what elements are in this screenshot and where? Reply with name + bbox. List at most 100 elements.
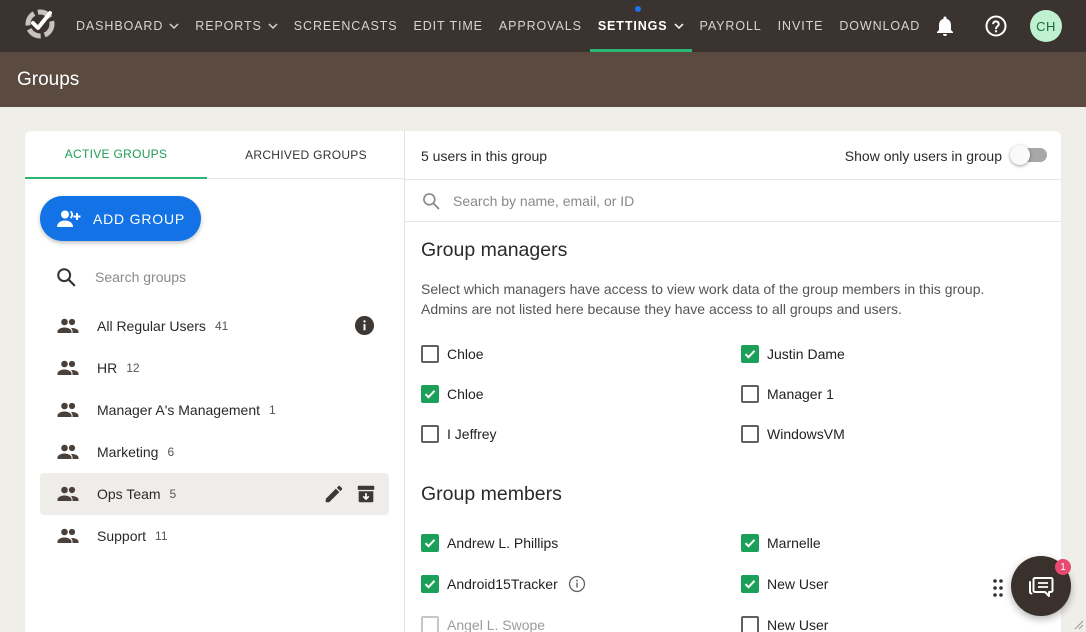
nav-label: APPROVALS [498, 19, 582, 33]
people-icon [57, 402, 79, 417]
add-group-button[interactable]: ADD GROUP [40, 196, 201, 241]
chevron-down-icon [674, 23, 684, 30]
checkbox-box [421, 575, 439, 593]
info-icon[interactable] [354, 315, 375, 336]
chevron-down-icon [268, 23, 278, 30]
nav-dashboard[interactable]: DASHBOARD [68, 0, 187, 52]
search-icon [423, 192, 440, 209]
drag-handle-icon[interactable] [992, 578, 1004, 598]
people-icon [57, 528, 79, 543]
nav-label: PAYROLL [699, 19, 762, 33]
people-icon [57, 486, 79, 501]
group-item-manager-a-management[interactable]: Manager A's Management 1 [40, 389, 389, 431]
help-icon[interactable] [984, 14, 1008, 38]
page-title: Groups [17, 69, 80, 90]
nav-screencasts[interactable]: SCREENCASTS [286, 0, 406, 52]
nav-reports[interactable]: REPORTS [187, 0, 286, 52]
checkbox-label: Angel L. Swope [447, 617, 546, 632]
manager-checkbox-chloe[interactable]: Chloe [421, 345, 484, 363]
info-outline-icon[interactable] [568, 575, 586, 593]
checkbox-box [421, 616, 439, 632]
group-tabs: ACTIVE GROUPS ARCHIVED GROUPS [25, 131, 405, 179]
manager-checkbox-justin-dame[interactable]: Justin Dame [741, 345, 845, 363]
nav-download[interactable]: DOWNLOAD [831, 0, 928, 52]
people-icon [57, 360, 79, 375]
checkbox-label: Marnelle [767, 535, 821, 551]
nav-settings[interactable]: SETTINGS [589, 0, 692, 52]
chat-notification-badge: 1 [1055, 559, 1071, 575]
group-item-support[interactable]: Support 11 [40, 515, 389, 557]
member-checkbox-marnelle[interactable]: Marnelle [741, 534, 821, 552]
group-count: 1 [269, 403, 276, 417]
check-icon [424, 390, 436, 399]
group-item-hr[interactable]: HR 12 [40, 347, 389, 389]
resize-handle-icon[interactable] [1072, 618, 1084, 630]
check-icon [424, 580, 436, 589]
search-groups-input[interactable] [95, 269, 375, 285]
avatar[interactable]: CH [1030, 10, 1062, 42]
check-icon [744, 580, 756, 589]
checkbox-box [421, 385, 439, 403]
nav-approvals[interactable]: APPROVALS [491, 0, 590, 52]
chevron-down-icon [169, 23, 179, 30]
show-only-users-toggle[interactable] [1010, 145, 1047, 165]
archive-icon[interactable] [355, 483, 377, 505]
notification-dot [634, 6, 641, 12]
member-checkbox-andrew-l-phillips[interactable]: Andrew L. Phillips [421, 534, 558, 552]
nav-payroll[interactable]: PAYROLL [692, 0, 770, 52]
checkbox-box [421, 345, 439, 363]
checkbox-label: Andrew L. Phillips [447, 535, 559, 551]
nav-edit-time[interactable]: EDIT TIME [405, 0, 490, 52]
groups-card: ACTIVE GROUPS ARCHIVED GROUPS ADD GROUP … [25, 131, 1061, 632]
user-count: 5 users in this group [421, 148, 548, 164]
checkbox-box [741, 425, 759, 443]
member-checkbox-new-user[interactable]: New User [741, 575, 828, 593]
group-count: 11 [155, 529, 168, 543]
nav-label: SETTINGS [597, 19, 668, 33]
tab-archived-groups[interactable]: ARCHIVED GROUPS [207, 131, 405, 179]
group-item-all-regular-users[interactable]: All Regular Users 41 [40, 305, 389, 347]
manager-checkbox-manager-1[interactable]: Manager 1 [741, 385, 834, 403]
checkbox-label: Manager 1 [767, 386, 834, 402]
check-icon [744, 539, 756, 548]
checkbox-box [421, 534, 439, 552]
edit-icon[interactable] [323, 483, 345, 505]
add-group-label: ADD GROUP [93, 210, 185, 227]
group-name: Ops Team [97, 486, 161, 502]
managers-title: Group managers [421, 239, 568, 261]
bell-icon[interactable] [933, 14, 957, 38]
checkbox-box [741, 385, 759, 403]
manager-checkbox-windowsvm[interactable]: WindowsVM [741, 425, 845, 443]
tab-active-groups[interactable]: ACTIVE GROUPS [25, 131, 207, 179]
member-checkbox-new-user-2[interactable]: New User [741, 616, 828, 632]
checkbox-label: Chloe [447, 346, 484, 362]
checkbox-label: New User [767, 617, 829, 632]
group-count: 6 [167, 445, 175, 459]
manager-checkbox-i-jeffrey[interactable]: I Jeffrey [421, 425, 497, 443]
member-checkbox-angel-l-swope[interactable]: Angel L. Swope [421, 616, 545, 632]
nav-invite[interactable]: INVITE [770, 0, 832, 52]
group-name: HR [97, 360, 118, 376]
group-name: Marketing [97, 444, 159, 460]
logo-icon[interactable] [24, 7, 56, 39]
member-checkbox-android15tracker[interactable]: Android15Tracker [421, 575, 586, 593]
group-item-ops-team[interactable]: Ops Team 5 [40, 473, 389, 515]
toggle-label: Show only users in group [844, 148, 1002, 164]
manager-checkbox-chloe-2[interactable]: Chloe [421, 385, 484, 403]
group-count: 41 [214, 319, 229, 333]
nav-label: DOWNLOAD [839, 19, 921, 33]
search-users-input[interactable] [453, 192, 1013, 209]
people-icon [57, 444, 79, 459]
nav-label: INVITE [777, 19, 824, 33]
group-count: 12 [126, 361, 140, 375]
checkbox-box [741, 616, 759, 632]
group-list: All Regular Users 41 HR 12 Manager A's M… [40, 305, 389, 557]
checkbox-box [741, 534, 759, 552]
group-item-marketing[interactable]: Marketing 6 [40, 431, 389, 473]
group-name: Manager A's Management [97, 402, 260, 418]
managers-description: Select which managers have access to vie… [421, 281, 985, 317]
checkbox-box [741, 575, 759, 593]
nav-label: SCREENCASTS [293, 19, 398, 33]
chat-icon [1029, 577, 1054, 597]
add-group-icon [57, 210, 81, 227]
